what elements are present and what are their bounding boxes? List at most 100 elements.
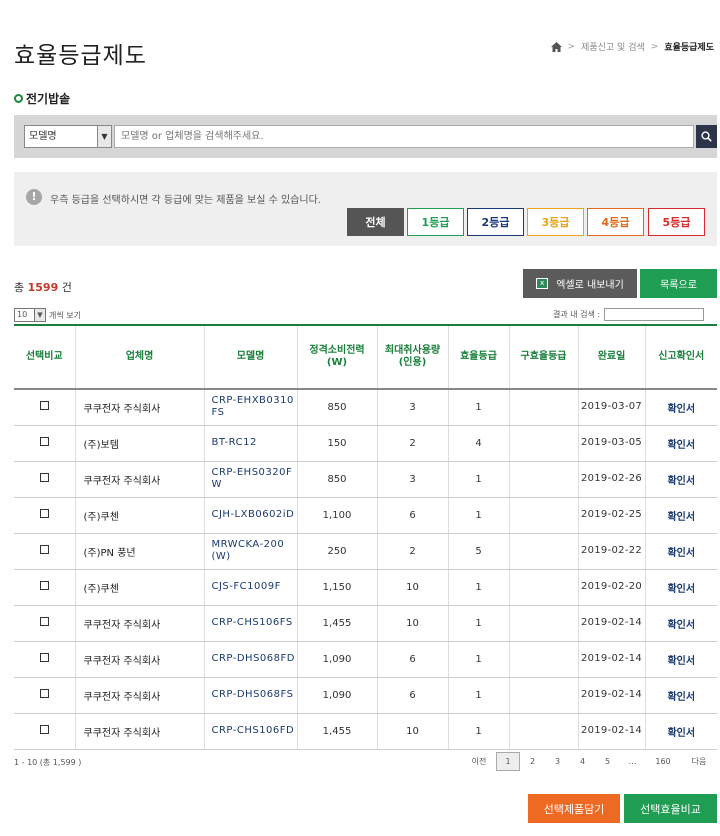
search-button[interactable] — [696, 125, 717, 148]
grade-button-2[interactable]: 2등급 — [467, 208, 524, 236]
compare-checkbox[interactable] — [39, 545, 49, 554]
col-header-compare: 선택비교 — [14, 324, 75, 390]
compare-checkbox[interactable] — [39, 653, 49, 662]
cell-cert-link[interactable]: 확인서 — [644, 461, 717, 498]
per-page-select[interactable]: 10 ▼ — [14, 308, 46, 322]
breadcrumb: > 제품신고 및 검색 > 효율등급제도 — [550, 40, 714, 53]
cell-capacity: 10 — [376, 605, 448, 642]
cell-cert-link[interactable]: 확인서 — [644, 713, 717, 750]
chevron-down-icon: ▼ — [34, 309, 45, 321]
compare-checkbox-cell[interactable] — [14, 605, 75, 642]
cell-model[interactable]: CRP-EHXB0310FS — [203, 389, 297, 426]
export-excel-button[interactable]: x 엑셀로 내보내기 — [523, 269, 637, 298]
cell-model[interactable]: CRP-DHS068FD — [203, 641, 297, 678]
add-selected-button[interactable]: 선택제품담기 — [528, 794, 620, 823]
total-prefix: 총 — [14, 281, 25, 294]
search-type-select[interactable]: 모델명 ▼ — [24, 125, 112, 148]
compare-checkbox-cell[interactable] — [14, 497, 75, 534]
col-header-grade[interactable]: 효율등급 — [447, 324, 509, 390]
compare-checkbox[interactable] — [39, 725, 49, 734]
cell-cert-link[interactable]: 확인서 — [644, 569, 717, 606]
compare-checkbox[interactable] — [39, 617, 49, 626]
compare-checkbox-cell[interactable] — [14, 677, 75, 714]
cell-cert-link[interactable]: 확인서 — [644, 497, 717, 534]
cell-old-grade — [508, 677, 578, 714]
grade-button-4[interactable]: 4등급 — [587, 208, 644, 236]
pagination-page-3[interactable]: 3 — [545, 757, 570, 766]
col-header-power[interactable]: 정격소비전력(W) — [296, 324, 377, 390]
search-bar: 모델명 ▼ — [14, 115, 717, 158]
table-row: 쿠쿠전자 주식회사 CRP-CHS106FS 1,455 10 1 2019-02-14 확… — [14, 605, 717, 642]
compare-checkbox[interactable] — [39, 437, 49, 446]
cell-cert-link[interactable]: 확인서 — [644, 389, 717, 426]
grade-button-5[interactable]: 5등급 — [648, 208, 705, 236]
pagination-prev[interactable]: 이전 — [462, 756, 496, 767]
cell-model[interactable]: CRP-EHS0320FW — [203, 461, 297, 498]
cell-grade: 1 — [447, 605, 509, 642]
cell-old-grade — [508, 713, 578, 750]
cell-date: 2019-02-14 — [577, 605, 645, 642]
compare-checkbox-cell[interactable] — [14, 713, 75, 750]
cell-model[interactable]: CRP-CHS106FS — [203, 605, 297, 642]
compare-checkbox[interactable] — [39, 401, 49, 411]
in-result-search-input[interactable] — [604, 308, 705, 321]
compare-checkbox[interactable] — [39, 581, 49, 590]
col-header-company[interactable]: 업체명 — [74, 324, 204, 390]
compare-checkbox[interactable] — [39, 509, 49, 518]
cell-model[interactable]: CJS-FC1009F — [203, 569, 297, 606]
compare-checkbox-cell[interactable] — [14, 461, 75, 498]
breadcrumb-item-product-search[interactable]: 제품신고 및 검색 — [581, 40, 645, 53]
cell-capacity: 3 — [376, 461, 448, 498]
table-header-row: 선택비교 업체명 모델명 정격소비전력(W) 최대취사용량(인용) 효율등급 구… — [14, 324, 717, 390]
grade-filter-message: 우측 등급을 선택하시면 각 등급에 맞는 제품을 보실 수 있습니다. — [50, 195, 321, 206]
cell-cert-link[interactable]: 확인서 — [644, 605, 717, 642]
col-header-capacity[interactable]: 최대취사용량(인용) — [376, 324, 448, 390]
pagination-next[interactable]: 다음 — [681, 756, 717, 767]
cell-date: 2019-03-07 — [577, 389, 645, 426]
pagination-page-last[interactable]: 160 — [645, 757, 681, 766]
grade-button-3[interactable]: 3등급 — [527, 208, 584, 236]
pagination-page-1[interactable]: 1 — [496, 752, 520, 771]
compare-selected-button[interactable]: 선택효율비교 — [624, 794, 717, 823]
home-icon[interactable] — [550, 41, 562, 52]
cell-power: 1,455 — [296, 713, 377, 750]
compare-checkbox-cell[interactable] — [14, 389, 75, 426]
cell-date: 2019-03-05 — [577, 425, 645, 462]
cell-capacity: 10 — [376, 713, 448, 750]
cell-old-grade — [508, 533, 578, 570]
cell-grade: 1 — [447, 569, 509, 606]
table-row: 쿠쿠전자 주식회사 CRP-DHS068FD 1,090 6 1 2019-02-14 확인… — [14, 641, 717, 678]
compare-checkbox[interactable] — [39, 473, 49, 482]
cell-company: 쿠쿠전자 주식회사 — [74, 713, 204, 750]
compare-checkbox-cell[interactable] — [14, 425, 75, 462]
cell-model[interactable]: CRP-DHS068FS — [203, 677, 297, 714]
cell-grade: 4 — [447, 425, 509, 462]
breadcrumb-separator: > — [650, 41, 659, 52]
pagination-page-2[interactable]: 2 — [520, 757, 545, 766]
cell-cert-link[interactable]: 확인서 — [644, 677, 717, 714]
cell-model[interactable]: BT-RC12 — [203, 425, 297, 462]
col-header-date[interactable]: 완료일 — [577, 324, 645, 390]
compare-checkbox-cell[interactable] — [14, 569, 75, 606]
cell-capacity: 2 — [376, 533, 448, 570]
search-input[interactable] — [114, 125, 694, 148]
table-row: (주)PN 풍년 MRWCKA-200(W) 250 2 5 2019-02-22 확인서 — [14, 533, 717, 570]
cell-company: (주)보템 — [74, 425, 204, 462]
col-header-old-grade[interactable]: 구효율등급 — [508, 324, 578, 390]
cell-model[interactable]: CRP-CHS106FD — [203, 713, 297, 750]
cell-cert-link[interactable]: 확인서 — [644, 533, 717, 570]
pagination-page-4[interactable]: 4 — [570, 757, 595, 766]
cell-date: 2019-02-14 — [577, 677, 645, 714]
grade-button-all[interactable]: 전체 — [347, 208, 404, 236]
col-header-model[interactable]: 모델명 — [203, 324, 297, 390]
cell-model[interactable]: CJH-LXB0602iD — [203, 497, 297, 534]
pagination-page-5[interactable]: 5 — [595, 757, 620, 766]
compare-checkbox-cell[interactable] — [14, 641, 75, 678]
cell-model[interactable]: MRWCKA-200(W) — [203, 533, 297, 570]
cell-cert-link[interactable]: 확인서 — [644, 425, 717, 462]
cell-cert-link[interactable]: 확인서 — [644, 641, 717, 678]
compare-checkbox-cell[interactable] — [14, 533, 75, 570]
back-to-list-button[interactable]: 목록으로 — [640, 269, 717, 298]
grade-button-1[interactable]: 1등급 — [407, 208, 464, 236]
compare-checkbox[interactable] — [39, 689, 49, 698]
